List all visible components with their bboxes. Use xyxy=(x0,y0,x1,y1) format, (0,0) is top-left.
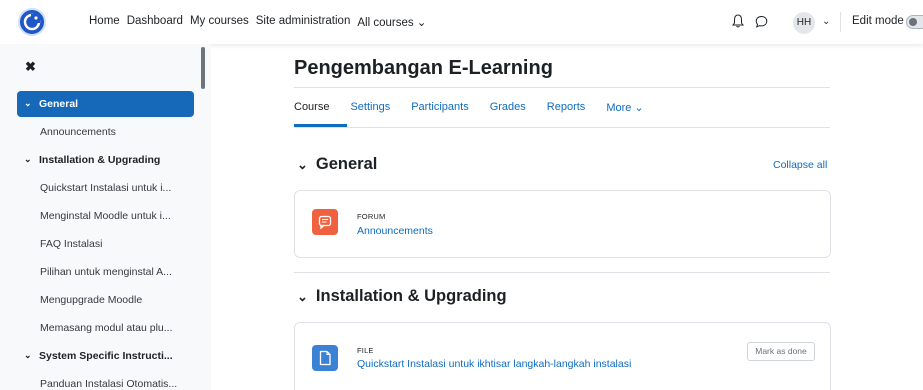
collapse-all-link[interactable]: Collapse all xyxy=(773,159,827,171)
tabs-divider xyxy=(294,127,830,128)
drawer-scrollbar[interactable] xyxy=(201,47,205,89)
user-menu-chevron-down-icon[interactable]: ⌄ xyxy=(822,16,830,27)
tab-participants[interactable]: Participants xyxy=(411,101,468,114)
chevron-down-icon: ⌄ xyxy=(297,157,308,172)
drawer-item-label: General xyxy=(39,98,79,110)
drawer-section-general[interactable]: ⌄ General xyxy=(17,91,194,117)
drawer-item-label: Menginstal Moodle untuk i... xyxy=(40,210,171,222)
navbar-divider xyxy=(840,12,841,32)
tab-course[interactable]: Course xyxy=(294,101,329,114)
chevron-down-icon: ⌄ xyxy=(24,98,32,108)
file-icon xyxy=(312,345,338,371)
drawer-item-quickstart[interactable]: Quickstart Instalasi untuk i... xyxy=(17,175,194,201)
top-navbar: Home Dashboard My courses Site administr… xyxy=(0,0,923,44)
drawer-item-label: FAQ Instalasi xyxy=(40,238,103,250)
drawer-section-installation[interactable]: ⌄ Installation & Upgrading xyxy=(17,147,194,173)
section-title: Installation & Upgrading xyxy=(315,287,507,305)
forum-icon xyxy=(312,209,338,235)
chevron-down-icon: ⌄ xyxy=(24,350,32,360)
section-header-installation[interactable]: ⌄ Installation & Upgrading xyxy=(297,287,507,306)
course-tabs: Course Settings Participants Grades Repo… xyxy=(294,101,665,114)
title-divider xyxy=(294,87,830,88)
drawer-item-label: Installation & Upgrading xyxy=(39,154,161,166)
activity-link-announcements[interactable]: Announcements xyxy=(357,225,433,237)
chevron-down-icon: ⌄ xyxy=(24,154,32,164)
site-logo[interactable] xyxy=(18,8,46,36)
activity-link-quickstart[interactable]: Quickstart Instalasi untuk ikhtisar lang… xyxy=(357,358,631,370)
section-header-general[interactable]: ⌄ General xyxy=(297,155,377,174)
tab-more[interactable]: More ⌄ xyxy=(606,101,643,114)
drawer-item-label: Quickstart Instalasi untuk i... xyxy=(40,182,172,194)
tab-grades[interactable]: Grades xyxy=(490,101,526,114)
drawer-item-menginstal[interactable]: Menginstal Moodle untuk i... xyxy=(17,203,194,229)
nav-site-administration[interactable]: Site administration xyxy=(256,15,351,29)
drawer-item-label: System Specific Instructi... xyxy=(39,350,173,362)
mark-as-done-button[interactable]: Mark as done xyxy=(747,342,815,361)
section-title: General xyxy=(315,155,378,173)
drawer-section-system-specific[interactable]: ⌄ System Specific Instructi... xyxy=(17,343,194,369)
drawer-item-label: Memasang modul atau plu... xyxy=(40,322,173,334)
drawer-item-label: Panduan Instalasi Otomatis... xyxy=(40,378,178,390)
toggle-knob xyxy=(909,18,917,26)
drawer-item-pilihan[interactable]: Pilihan untuk menginstal A... xyxy=(17,259,194,285)
section-divider xyxy=(294,272,830,273)
activity-type-label: FORUM xyxy=(357,212,386,221)
nav-home[interactable]: Home xyxy=(89,15,120,29)
nav-all-courses[interactable]: All courses ⌄ xyxy=(357,15,426,29)
logo-icon xyxy=(23,13,41,31)
edit-mode-label: Edit mode xyxy=(852,15,904,27)
activity-card-file: FILE Quickstart Instalasi untuk ikhtisar… xyxy=(294,322,831,390)
notifications-bell-icon[interactable] xyxy=(732,14,744,33)
primary-nav: Home Dashboard My courses Site administr… xyxy=(89,15,433,29)
edit-mode-toggle[interactable] xyxy=(906,15,923,29)
drawer-item-panduan[interactable]: Panduan Instalasi Otomatis... xyxy=(17,371,194,390)
close-drawer-icon[interactable]: ✖ xyxy=(25,59,36,75)
drawer-item-faq[interactable]: FAQ Instalasi xyxy=(17,231,194,257)
drawer-item-memasang[interactable]: Memasang modul atau plu... xyxy=(17,315,194,341)
drawer-item-announcements[interactable]: Announcements xyxy=(17,119,194,145)
chevron-down-icon: ⌄ xyxy=(297,289,308,304)
messages-chat-icon[interactable] xyxy=(755,15,768,33)
tab-settings[interactable]: Settings xyxy=(350,101,390,114)
tab-reports[interactable]: Reports xyxy=(547,101,586,114)
drawer-item-label: Mengupgrade Moodle xyxy=(40,294,143,306)
course-index-drawer: ✖ ⌄ General Announcements ⌄ Installation… xyxy=(0,44,211,390)
page-title: Pengembangan E-Learning xyxy=(294,57,553,79)
drawer-item-mengupgrade[interactable]: Mengupgrade Moodle xyxy=(17,287,194,313)
nav-dashboard[interactable]: Dashboard xyxy=(127,15,183,29)
activity-type-label: FILE xyxy=(357,346,374,355)
user-avatar[interactable]: HH xyxy=(793,12,815,34)
drawer-item-label: Pilihan untuk menginstal A... xyxy=(40,266,172,278)
nav-my-courses[interactable]: My courses xyxy=(190,15,249,29)
drawer-item-label: Announcements xyxy=(40,126,116,138)
activity-card-forum: FORUM Announcements xyxy=(294,190,831,258)
